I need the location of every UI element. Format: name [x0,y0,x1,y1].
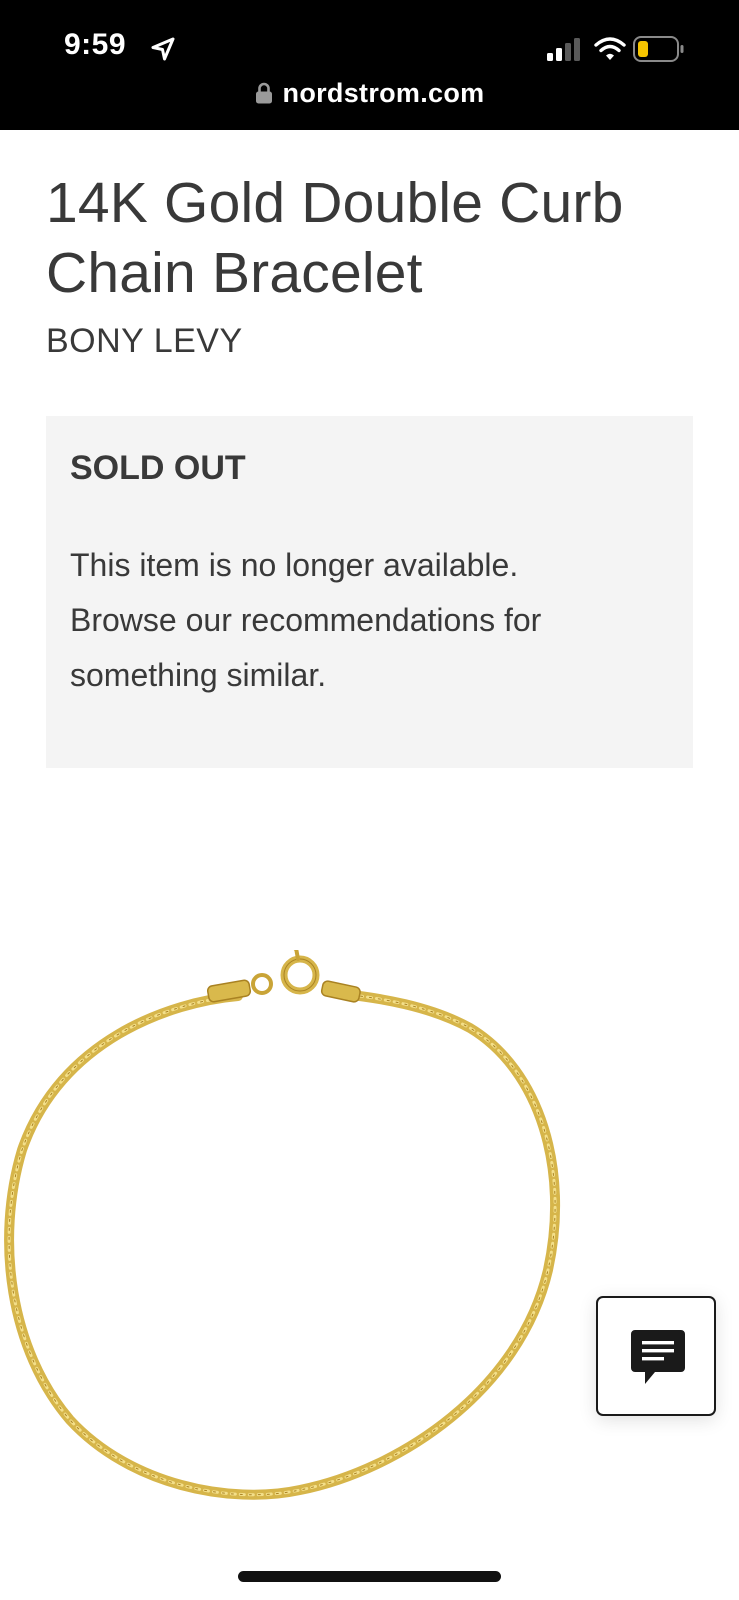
status-and-url-bar: 9:59 nordstrom.com [0,0,739,130]
sold-out-message: This item is no longer available. Browse… [70,547,542,693]
product-brand[interactable]: BONY LEVY [46,322,243,361]
chat-bubble-icon [631,1330,685,1384]
product-title: 14K Gold Double Curb Chain Bracelet [46,171,624,305]
home-indicator[interactable] [238,1571,501,1582]
cellular-signal-icon [547,38,580,61]
url-text: nordstrom.com [282,78,485,108]
sold-out-heading: SOLD OUT [70,449,246,487]
chat-button[interactable] [596,1296,716,1416]
address-bar[interactable]: nordstrom.com [0,78,739,109]
battery-low-icon [633,36,684,62]
status-time: 9:59 [64,28,127,61]
lock-icon [255,82,272,104]
sold-out-notice: SOLD OUT This item is no longer availabl… [46,416,693,768]
product-page: 9:59 nordstrom.com 14K Gold Double Curb … [0,0,739,1600]
product-image[interactable] [0,950,570,1530]
location-arrow-icon [151,37,175,61]
wifi-icon [594,37,626,60]
